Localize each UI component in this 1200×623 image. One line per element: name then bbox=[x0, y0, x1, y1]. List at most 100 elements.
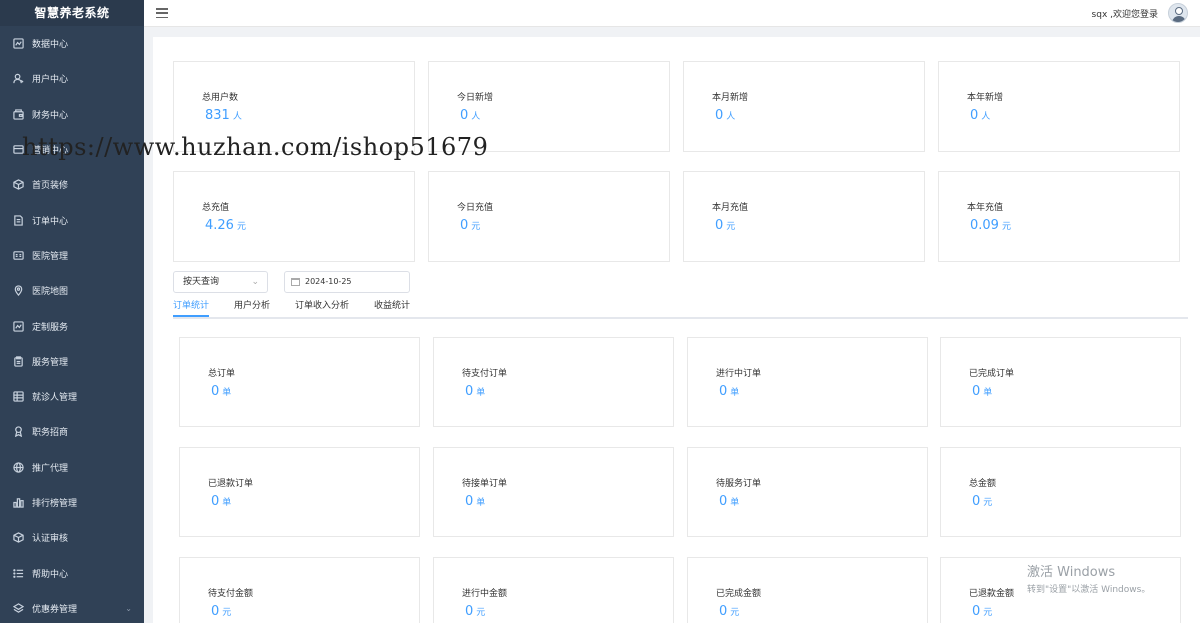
hamburger-menu-icon[interactable] bbox=[156, 8, 168, 18]
sidebar-item-label: 订单中心 bbox=[32, 216, 69, 227]
sidebar-item-custom-service[interactable]: 定制服务 bbox=[0, 308, 144, 343]
stat-label: 本月充值 bbox=[712, 203, 749, 213]
order-unit: 单 bbox=[730, 498, 740, 508]
order-unit: 单 bbox=[476, 388, 486, 398]
stat-number: 4.26 bbox=[205, 218, 234, 233]
stat-unit: 人 bbox=[726, 112, 736, 122]
order-label: 待接单订单 bbox=[462, 479, 508, 489]
sidebar-item-ranking-management[interactable]: 排行榜管理 bbox=[0, 485, 144, 520]
welcome-text: sqx ,欢迎您登录 bbox=[1091, 9, 1158, 20]
order-card-in-progress-amount: 进行中金额 0元 bbox=[433, 557, 674, 623]
order-label: 待服务订单 bbox=[716, 479, 762, 489]
sidebar-item-certification-review[interactable]: 认证审核 bbox=[0, 520, 144, 555]
stat-value: 0人 bbox=[970, 108, 990, 123]
sidebar-item-hospital-management[interactable]: 医院管理 bbox=[0, 238, 144, 273]
date-picker[interactable]: 2024-10-25 bbox=[284, 271, 410, 293]
medal-icon bbox=[13, 426, 24, 438]
clipboard-icon bbox=[13, 356, 24, 367]
app-logo-title: 智慧养老系统 bbox=[0, 0, 144, 26]
stat-card-today-recharge: 今日充值 0元 bbox=[428, 171, 670, 262]
query-mode-select[interactable]: 按天查询 ⌄ bbox=[173, 271, 268, 293]
stat-unit: 元 bbox=[236, 222, 246, 232]
order-number: 0 bbox=[719, 604, 728, 619]
order-unit: 元 bbox=[730, 608, 740, 618]
stat-label: 本月新增 bbox=[712, 93, 749, 103]
order-card-in-progress: 进行中订单 0单 bbox=[687, 337, 928, 427]
tab-user-analysis[interactable]: 用户分析 bbox=[234, 297, 270, 317]
user-area[interactable]: sqx ,欢迎您登录 bbox=[1092, 3, 1188, 23]
order-card-completed-amount: 已完成金额 0元 bbox=[687, 557, 928, 623]
sidebar-item-job-recruitment[interactable]: 职务招商 bbox=[0, 414, 144, 449]
sidebar-item-hospital-map[interactable]: 医院地图 bbox=[0, 273, 144, 308]
chart-icon bbox=[13, 38, 24, 49]
sidebar-item-label: 职务招商 bbox=[32, 428, 69, 439]
sidebar-item-label: 数据中心 bbox=[32, 40, 69, 51]
sidebar-item-help-center[interactable]: 帮助中心 bbox=[0, 555, 144, 590]
order-value: 0元 bbox=[719, 604, 739, 619]
stat-card-year-new: 本年新增 0人 bbox=[938, 61, 1180, 152]
order-label: 已完成订单 bbox=[969, 369, 1015, 379]
order-unit: 元 bbox=[983, 498, 993, 508]
sidebar-item-finance-center[interactable]: 财务中心 bbox=[0, 97, 144, 132]
sidebar-item-patient-management[interactable]: 就诊人管理 bbox=[0, 379, 144, 414]
order-value: 0单 bbox=[211, 384, 231, 399]
top-header: sqx ,欢迎您登录 bbox=[144, 0, 1200, 27]
order-card-pending-payment-amount: 待支付金额 0元 bbox=[179, 557, 420, 623]
order-number: 0 bbox=[972, 604, 981, 619]
tab-order-income-analysis[interactable]: 订单收入分析 bbox=[295, 297, 349, 317]
stat-number: 0.09 bbox=[970, 218, 999, 233]
chart-icon bbox=[13, 320, 24, 332]
sidebar-item-coupon-management[interactable]: 优惠券管理 ⌄ bbox=[0, 591, 144, 623]
bars-icon bbox=[13, 497, 24, 508]
stat-card-total-recharge: 总充值 4.26 元 bbox=[173, 171, 415, 262]
order-number: 0 bbox=[211, 384, 220, 399]
order-unit: 单 bbox=[476, 498, 486, 508]
sidebar-item-promotion-agent[interactable]: 推广代理 bbox=[0, 450, 144, 485]
sidebar-item-label: 认证审核 bbox=[32, 534, 69, 545]
stat-value: 0.09 元 bbox=[970, 218, 1011, 233]
sidebar-item-order-center[interactable]: 订单中心 bbox=[0, 202, 144, 237]
chevron-down-icon: ⌄ bbox=[125, 603, 132, 613]
tab-earnings-stats[interactable]: 收益统计 bbox=[374, 297, 410, 317]
order-label: 进行中订单 bbox=[716, 369, 762, 379]
order-value: 0元 bbox=[211, 604, 231, 619]
cube-icon bbox=[13, 532, 24, 544]
stat-label: 今日新增 bbox=[457, 93, 494, 103]
order-unit: 单 bbox=[730, 388, 740, 398]
activation-title: 激活 Windows bbox=[1027, 565, 1116, 580]
order-value: 0单 bbox=[211, 494, 231, 509]
stat-unit: 人 bbox=[981, 112, 991, 122]
stat-card-month-new: 本月新增 0人 bbox=[683, 61, 925, 152]
sidebar-item-service-management[interactable]: 服务管理 bbox=[0, 344, 144, 379]
stat-value: 4.26 元 bbox=[205, 218, 246, 233]
stat-value: 0人 bbox=[460, 108, 480, 123]
stat-unit: 元 bbox=[726, 222, 736, 232]
document-icon bbox=[13, 214, 24, 226]
order-unit: 单 bbox=[222, 388, 232, 398]
sidebar-item-label: 首页装修 bbox=[32, 181, 69, 192]
avatar[interactable] bbox=[1168, 3, 1188, 23]
order-number: 0 bbox=[465, 494, 474, 509]
stat-value: 0人 bbox=[715, 108, 735, 123]
stat-card-year-recharge: 本年充值 0.09 元 bbox=[938, 171, 1180, 262]
order-label: 待支付订单 bbox=[462, 369, 508, 379]
activation-hint: 转到"设置"以激活 Windows。 bbox=[1027, 585, 1151, 595]
order-value: 0元 bbox=[972, 494, 992, 509]
order-label: 已退款订单 bbox=[208, 479, 254, 489]
order-number: 0 bbox=[465, 604, 474, 619]
stat-number: 831 bbox=[205, 108, 230, 123]
order-label: 已完成金额 bbox=[716, 589, 762, 599]
stat-number: 0 bbox=[460, 108, 469, 123]
order-label: 总订单 bbox=[208, 369, 236, 379]
sidebar-item-user-center[interactable]: 用户中心 bbox=[0, 61, 144, 96]
order-label: 已退款金额 bbox=[969, 589, 1015, 599]
order-unit: 单 bbox=[983, 388, 993, 398]
sidebar-item-home-decoration[interactable]: 首页装修 bbox=[0, 167, 144, 202]
tab-order-stats[interactable]: 订单统计 bbox=[173, 297, 210, 317]
order-number: 0 bbox=[211, 604, 220, 619]
sidebar-item-data-center[interactable]: 数据中心 bbox=[0, 26, 144, 61]
order-card-pending-payment: 待支付订单 0单 bbox=[433, 337, 674, 427]
order-value: 0元 bbox=[972, 604, 992, 619]
order-value: 0单 bbox=[719, 384, 739, 399]
stat-value: 831 人 bbox=[205, 108, 242, 123]
